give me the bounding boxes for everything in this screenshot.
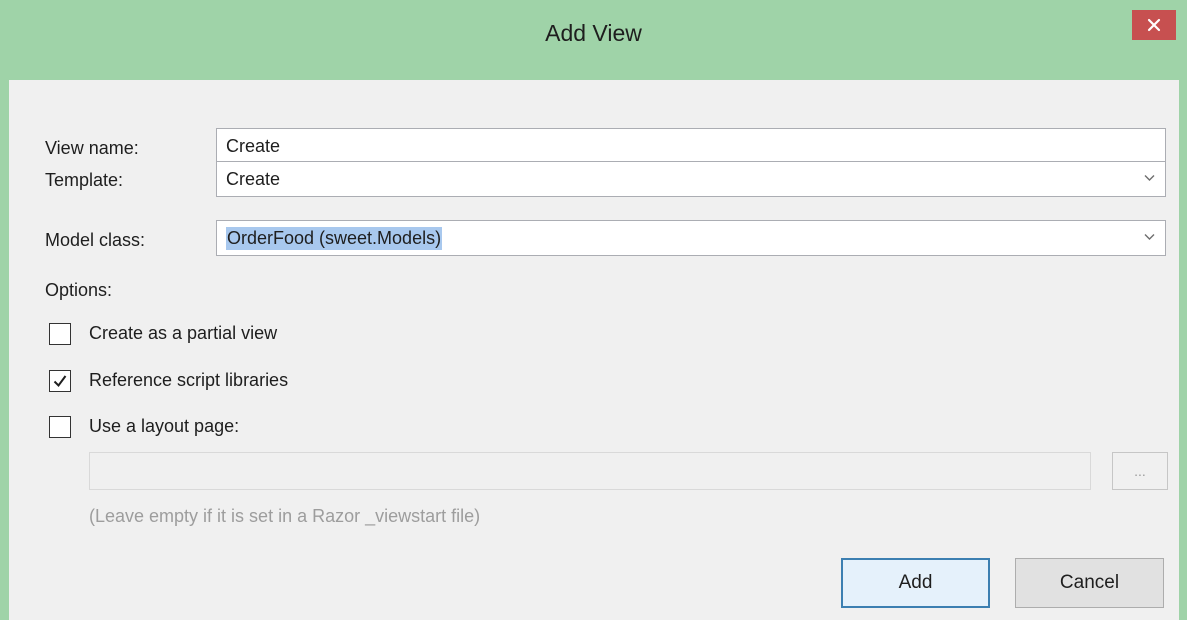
close-button[interactable] [1132,10,1176,40]
view-name-input[interactable]: Create [216,128,1166,164]
browse-button: ... [1112,452,1168,490]
checkmark-icon [53,375,67,388]
dialog-body: View name: Create Template: Create Model… [9,80,1179,620]
layout-page-checkbox[interactable] [49,416,71,438]
chevron-down-icon[interactable] [1144,233,1155,241]
template-select[interactable]: Create [216,161,1166,197]
view-name-value: Create [226,135,281,156]
chevron-down-icon[interactable] [1144,174,1155,182]
reference-scripts-label[interactable]: Reference script libraries [89,370,288,391]
partial-view-label[interactable]: Create as a partial view [89,323,277,344]
browse-button-label: ... [1134,463,1146,479]
reference-scripts-checkbox[interactable] [49,370,71,392]
template-value: Create [226,168,281,189]
title-bar[interactable]: Add View [0,0,1187,80]
cancel-button-label: Cancel [1059,572,1120,593]
dialog-title: Add View [545,20,642,46]
add-button[interactable]: Add [841,558,990,608]
model-class-label: Model class: [45,230,146,250]
add-button-label: Add [898,572,933,593]
template-label: Template: [45,170,124,190]
model-class-value: OrderFood (sweet.Models) [226,226,443,250]
options-label: Options: [45,280,113,300]
layout-hint-text: (Leave empty if it is set in a Razor _vi… [89,506,481,526]
add-view-dialog: Add View View name: Create Template: Cre… [0,0,1187,620]
view-name-label: View name: [45,138,139,158]
cancel-button[interactable]: Cancel [1015,558,1164,608]
layout-page-path-input [89,452,1091,490]
model-class-select[interactable]: OrderFood (sweet.Models) [216,220,1166,256]
partial-view-checkbox[interactable] [49,323,71,345]
close-icon [1147,18,1161,32]
layout-page-label[interactable]: Use a layout page: [89,416,239,437]
